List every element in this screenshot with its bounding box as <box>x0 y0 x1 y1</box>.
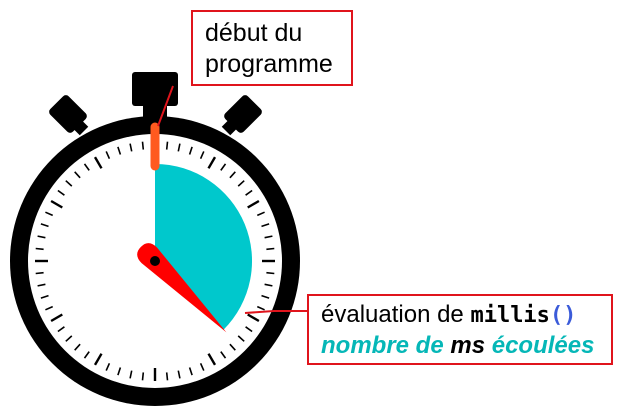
minor-tick <box>266 247 275 251</box>
start-callout-line-1: début du <box>205 19 303 47</box>
minor-tick <box>35 247 44 251</box>
evaluation-prefix-text: évaluation de <box>321 301 471 328</box>
result-text-part-2: écoulées <box>491 332 595 359</box>
evaluation-callout-line-2: nombre de ms écoulées <box>321 331 611 361</box>
hand-pivot <box>150 256 160 266</box>
result-text-unit: ms <box>443 332 492 359</box>
evaluation-callout-line-1: évaluation de millis() <box>321 300 611 331</box>
stopwatch-diagram: début du programme évaluation de millis(… <box>0 0 626 410</box>
minor-tick <box>35 271 44 275</box>
stopwatch-crown <box>132 72 178 122</box>
minor-tick <box>266 271 275 275</box>
result-text-part-1: nombre de <box>321 332 444 359</box>
program-start-callout: début du programme <box>191 10 353 86</box>
millis-parentheses: () <box>549 303 577 328</box>
millis-evaluation-callout: évaluation de millis() nombre de ms écou… <box>307 294 613 365</box>
start-callout-line-2: programme <box>205 50 333 78</box>
millis-function-name: millis <box>470 303 550 328</box>
minor-tick <box>165 141 169 150</box>
minor-tick <box>141 372 145 381</box>
minor-tick <box>141 141 145 150</box>
minor-tick <box>165 372 169 381</box>
